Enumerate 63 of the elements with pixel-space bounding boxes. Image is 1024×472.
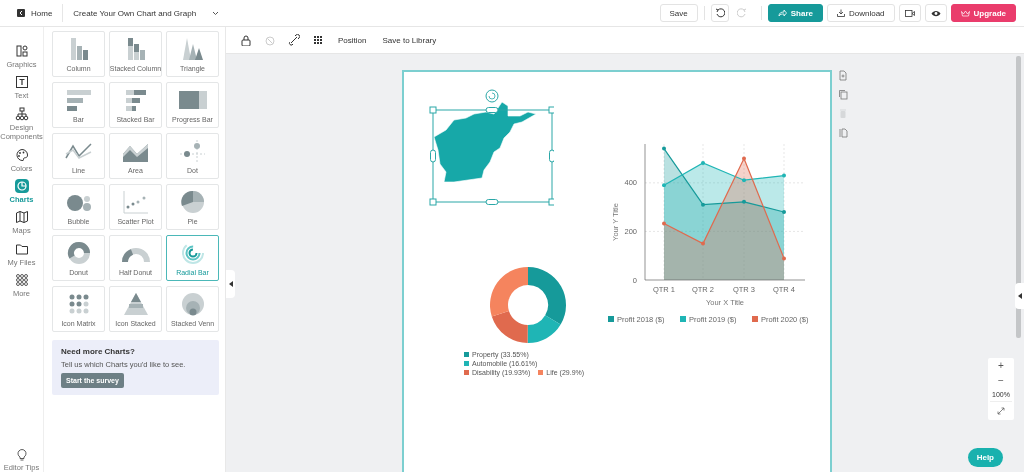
- share-button[interactable]: Share: [767, 4, 823, 22]
- link-button[interactable]: [288, 34, 300, 46]
- data-point: [782, 256, 786, 261]
- legend-swatch: [680, 316, 686, 322]
- selection-frame[interactable]: [429, 106, 554, 206]
- data-point: [782, 173, 786, 178]
- folder-icon: [14, 241, 29, 256]
- share-icon: [777, 9, 787, 17]
- expand-panel-button[interactable]: [1015, 283, 1024, 309]
- undo-icon-button[interactable]: [710, 4, 729, 22]
- crown-icon: [960, 9, 970, 17]
- eye-icon: [930, 9, 941, 17]
- survey-title: Need more Charts?: [61, 347, 135, 356]
- document-title[interactable]: Create Your Own Chart and Graph: [73, 8, 197, 18]
- data-point: [701, 202, 705, 207]
- rotate-handle-icon[interactable]: [485, 89, 499, 103]
- chevron-down-icon[interactable]: [212, 10, 220, 16]
- zoom-out-button[interactable]: −: [990, 373, 1012, 388]
- checker-icon: [312, 34, 324, 46]
- hierarchy-icon: [14, 106, 29, 121]
- palette-icon: [14, 147, 29, 162]
- grid-icon: [14, 273, 29, 287]
- blocked-icon: [264, 34, 276, 46]
- data-point: [742, 156, 746, 161]
- text-icon: [14, 75, 29, 90]
- charts-icon: [14, 178, 29, 193]
- lock-button[interactable]: [240, 34, 252, 46]
- caret-left-icon: [228, 281, 233, 287]
- zoom-in-button[interactable]: +: [990, 358, 1012, 373]
- home-button[interactable]: Home: [17, 4, 64, 22]
- preview-button[interactable]: [924, 4, 947, 22]
- video-icon: [904, 9, 915, 17]
- link-icon: [288, 34, 300, 46]
- data-point: [782, 210, 786, 214]
- undo-icon: [714, 8, 725, 18]
- legend-swatch: [608, 316, 614, 322]
- scrollbar[interactable]: [1016, 56, 1021, 338]
- back-icon: [17, 9, 25, 17]
- fit-screen-icon[interactable]: [997, 407, 1005, 415]
- checker-button[interactable]: [312, 34, 324, 46]
- redo-icon: [736, 8, 747, 18]
- duplicate-icon[interactable]: [838, 89, 848, 100]
- data-point: [662, 221, 666, 226]
- lightbulb-icon[interactable]: [16, 449, 27, 461]
- caret-left-icon: [1017, 293, 1022, 299]
- graphics-icon: [14, 44, 29, 58]
- video-button[interactable]: [898, 4, 921, 22]
- lock-icon: [240, 34, 252, 46]
- data-point: [742, 178, 746, 183]
- download-button[interactable]: Download: [826, 4, 895, 22]
- toolbar-action[interactable]: Position: [336, 35, 369, 45]
- download-icon: [836, 9, 845, 17]
- toolbar-action[interactable]: Save to Library: [380, 35, 439, 45]
- data-point: [742, 199, 746, 204]
- data-point: [701, 241, 705, 246]
- upgrade-button[interactable]: Upgrade: [950, 4, 1016, 22]
- data-point: [701, 160, 705, 165]
- collapse-panel-button[interactable]: [226, 270, 235, 298]
- legend-swatch: [752, 316, 758, 322]
- data-point: [662, 146, 666, 151]
- data-point: [662, 183, 666, 188]
- save-button[interactable]: Save: [659, 4, 698, 22]
- map-icon: [14, 210, 29, 225]
